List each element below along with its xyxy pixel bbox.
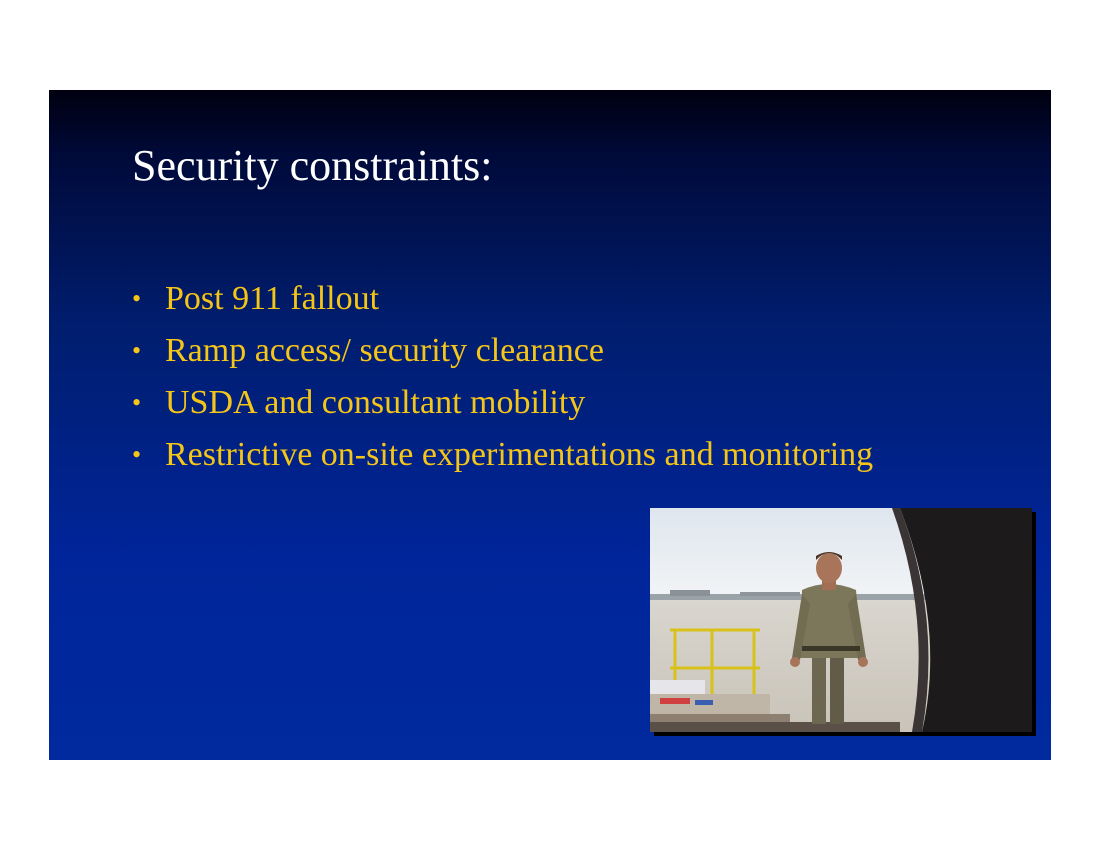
bullet-text: Post 911 fallout: [165, 280, 380, 317]
slide-title: Security constraints:: [132, 141, 493, 190]
bullet-marker: •: [132, 388, 142, 417]
slide: Security constraints: • Post 911 fallout…: [49, 90, 1051, 760]
bullet-item: • Restrictive on-site experimentations a…: [132, 436, 873, 488]
bullet-list: • Post 911 fallout • Ramp access/ securi…: [132, 280, 873, 488]
bullet-text: Restrictive on-site experimentations and…: [165, 436, 874, 473]
bullet-item: • USDA and consultant mobility: [132, 384, 873, 436]
bullet-marker: •: [132, 336, 142, 365]
airport-ramp-photo: [650, 508, 1032, 732]
bullet-item: • Ramp access/ security clearance: [132, 332, 873, 384]
bullet-marker: •: [132, 440, 142, 469]
bullet-text: Ramp access/ security clearance: [165, 332, 604, 369]
bullet-item: • Post 911 fallout: [132, 280, 873, 332]
photo-illustration: [650, 508, 1032, 732]
bullet-marker: •: [132, 284, 142, 313]
bullet-text: USDA and consultant mobility: [165, 384, 586, 421]
